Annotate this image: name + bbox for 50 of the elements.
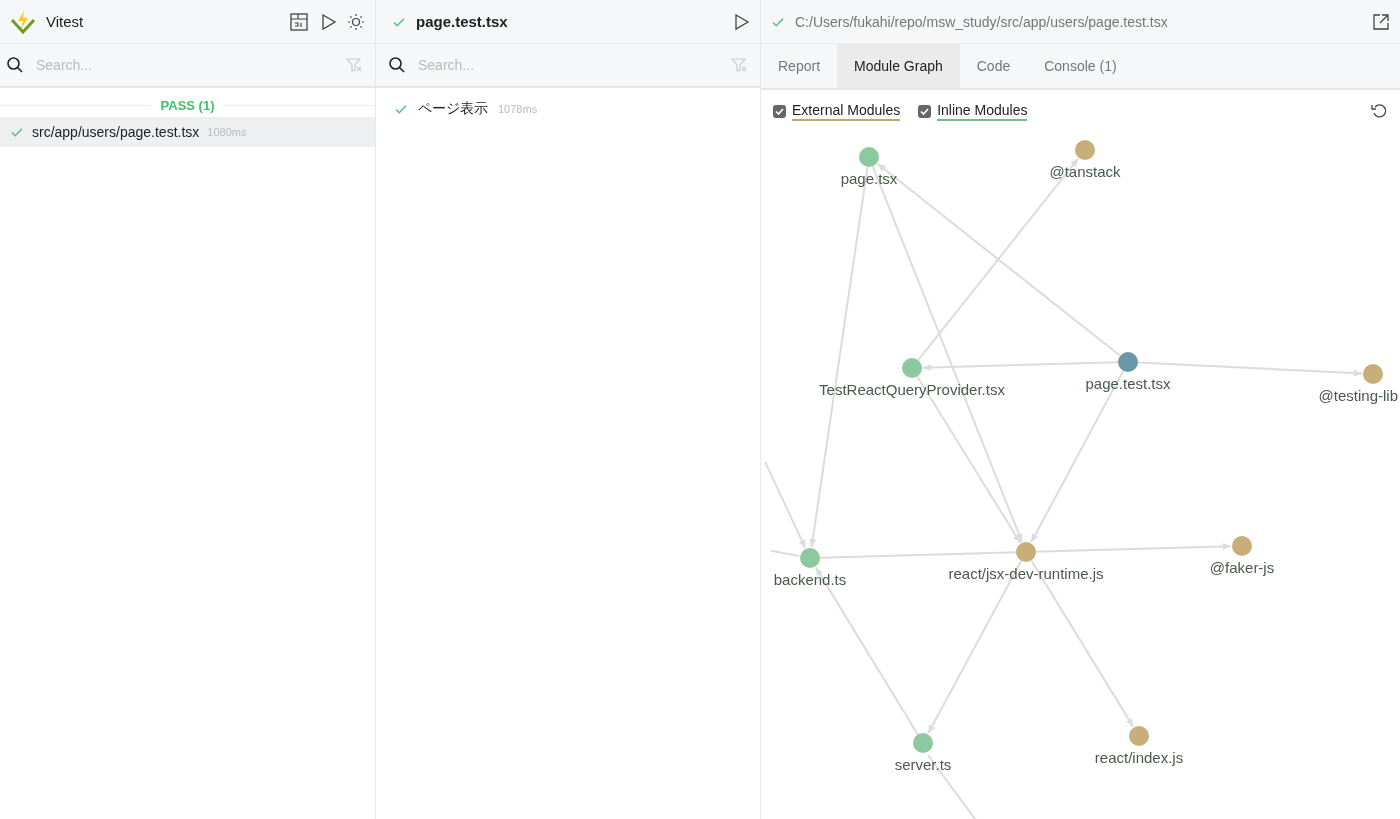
module-label: react/jsx-dev-runtime.js xyxy=(948,565,1104,582)
module-label: @tanstack xyxy=(1049,163,1121,180)
module-label: @testing-lib xyxy=(1318,387,1398,404)
module-label: page.tsx xyxy=(840,170,898,187)
vitest-logo-icon xyxy=(10,9,36,34)
filter-label: Inline Modules xyxy=(937,101,1028,121)
search-bar[interactable]: Search... xyxy=(376,44,760,88)
checkbox[interactable] xyxy=(918,104,932,118)
module-label: TestReactQueryProvider.tsx xyxy=(819,381,1005,398)
module-label: page.test.tsx xyxy=(1085,375,1171,392)
module-node[interactable] xyxy=(1075,140,1095,160)
tab[interactable]: Module Graph xyxy=(837,44,960,88)
module-node[interactable] xyxy=(1016,542,1036,562)
tab[interactable]: Console (1) xyxy=(1027,44,1134,88)
module-node[interactable] xyxy=(902,358,922,378)
checkbox[interactable] xyxy=(773,104,786,118)
file-title: page.test.tsx xyxy=(416,13,509,30)
module-node[interactable] xyxy=(1118,352,1138,372)
filter-clear-icon[interactable] xyxy=(730,56,748,74)
duration-label: 1078ms xyxy=(498,103,538,115)
search-icon xyxy=(6,56,24,74)
search-field[interactable]: Search... xyxy=(416,56,720,74)
tab[interactable]: Report xyxy=(761,44,838,88)
sun-icon[interactable] xyxy=(347,12,365,31)
external-link-icon[interactable] xyxy=(1372,12,1390,31)
module-node[interactable] xyxy=(1129,726,1149,746)
test-name[interactable]: ページ表示 xyxy=(418,100,488,118)
tab[interactable]: Code xyxy=(959,44,1028,88)
module-label: @faker-js xyxy=(1209,559,1275,576)
module-label: backend.ts xyxy=(773,571,847,588)
file-name: src/app/users/page.test.tsx xyxy=(32,124,200,140)
file-path: C:/Users/fukahi/repo/msw_study/src/app/users/page.test.tsx xyxy=(795,13,1169,30)
module-label: react/index.js xyxy=(1094,749,1184,766)
app-title: Vitest xyxy=(46,13,85,30)
module-node[interactable] xyxy=(1363,364,1383,384)
module-node[interactable] xyxy=(859,147,879,167)
play-icon[interactable] xyxy=(732,12,750,31)
search-field[interactable]: Search... xyxy=(34,56,335,74)
group-header: PASS (1) xyxy=(160,98,215,113)
module-node[interactable] xyxy=(800,548,820,568)
module-node[interactable] xyxy=(913,733,933,753)
filter-clear-icon[interactable] xyxy=(345,56,363,74)
dashboard-icon[interactable] xyxy=(289,11,309,32)
module-label: server.ts xyxy=(894,756,952,773)
search-icon xyxy=(388,56,406,74)
search-bar[interactable]: Search... xyxy=(0,44,375,88)
filter-label: External Modules xyxy=(792,101,901,121)
module-node[interactable] xyxy=(1232,536,1252,556)
reset-icon[interactable] xyxy=(1370,102,1388,120)
play-icon[interactable] xyxy=(319,12,337,31)
